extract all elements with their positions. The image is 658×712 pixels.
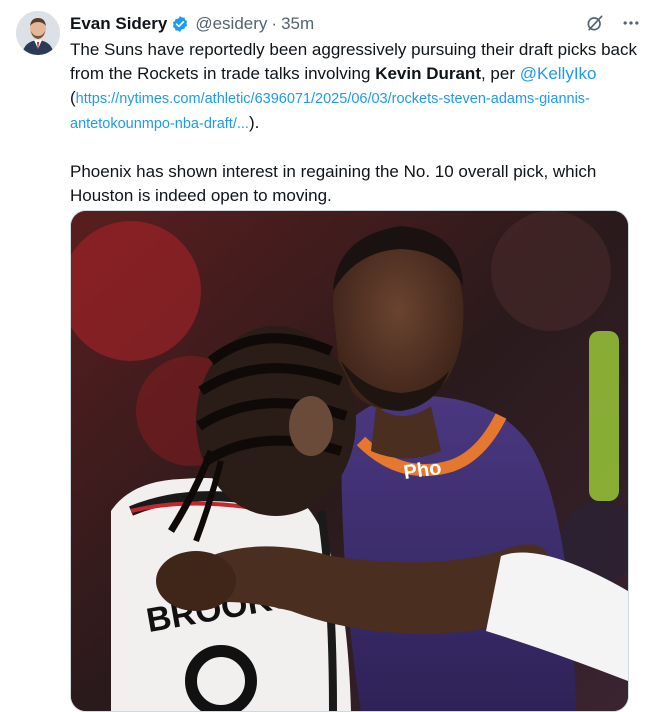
mention-link[interactable]: @KellyIko — [520, 64, 597, 83]
bold-name: Kevin Durant — [375, 64, 481, 83]
article-url-link[interactable]: https://nytimes.com/athletic/6396071/202… — [70, 91, 590, 132]
grok-icon[interactable] — [584, 12, 606, 34]
more-icon[interactable] — [620, 12, 642, 34]
tweet-paragraph-1: The Suns have reportedly been aggressive… — [70, 38, 650, 136]
author-avatar[interactable] — [16, 11, 60, 55]
verified-badge-icon — [171, 15, 189, 33]
author-name[interactable]: Evan Sidery — [70, 14, 167, 34]
tweet-paragraph-2: Phoenix has shown interest in regaining … — [70, 162, 597, 205]
tweet-media-photo[interactable]: Pho BROOKS — [70, 210, 629, 712]
tweet-text: The Suns have reportedly been aggressive… — [70, 38, 650, 208]
tweet-header: Evan Sidery @esidery · 35m — [70, 12, 642, 36]
photo-illustration: Pho BROOKS — [71, 211, 628, 711]
paren-close: ). — [248, 113, 260, 132]
author-handle[interactable]: @esidery — [195, 14, 267, 34]
timestamp[interactable]: 35m — [281, 14, 314, 34]
separator-dot: · — [271, 14, 278, 33]
tweet-text-segment: , per — [480, 64, 520, 83]
header-actions — [584, 12, 642, 34]
